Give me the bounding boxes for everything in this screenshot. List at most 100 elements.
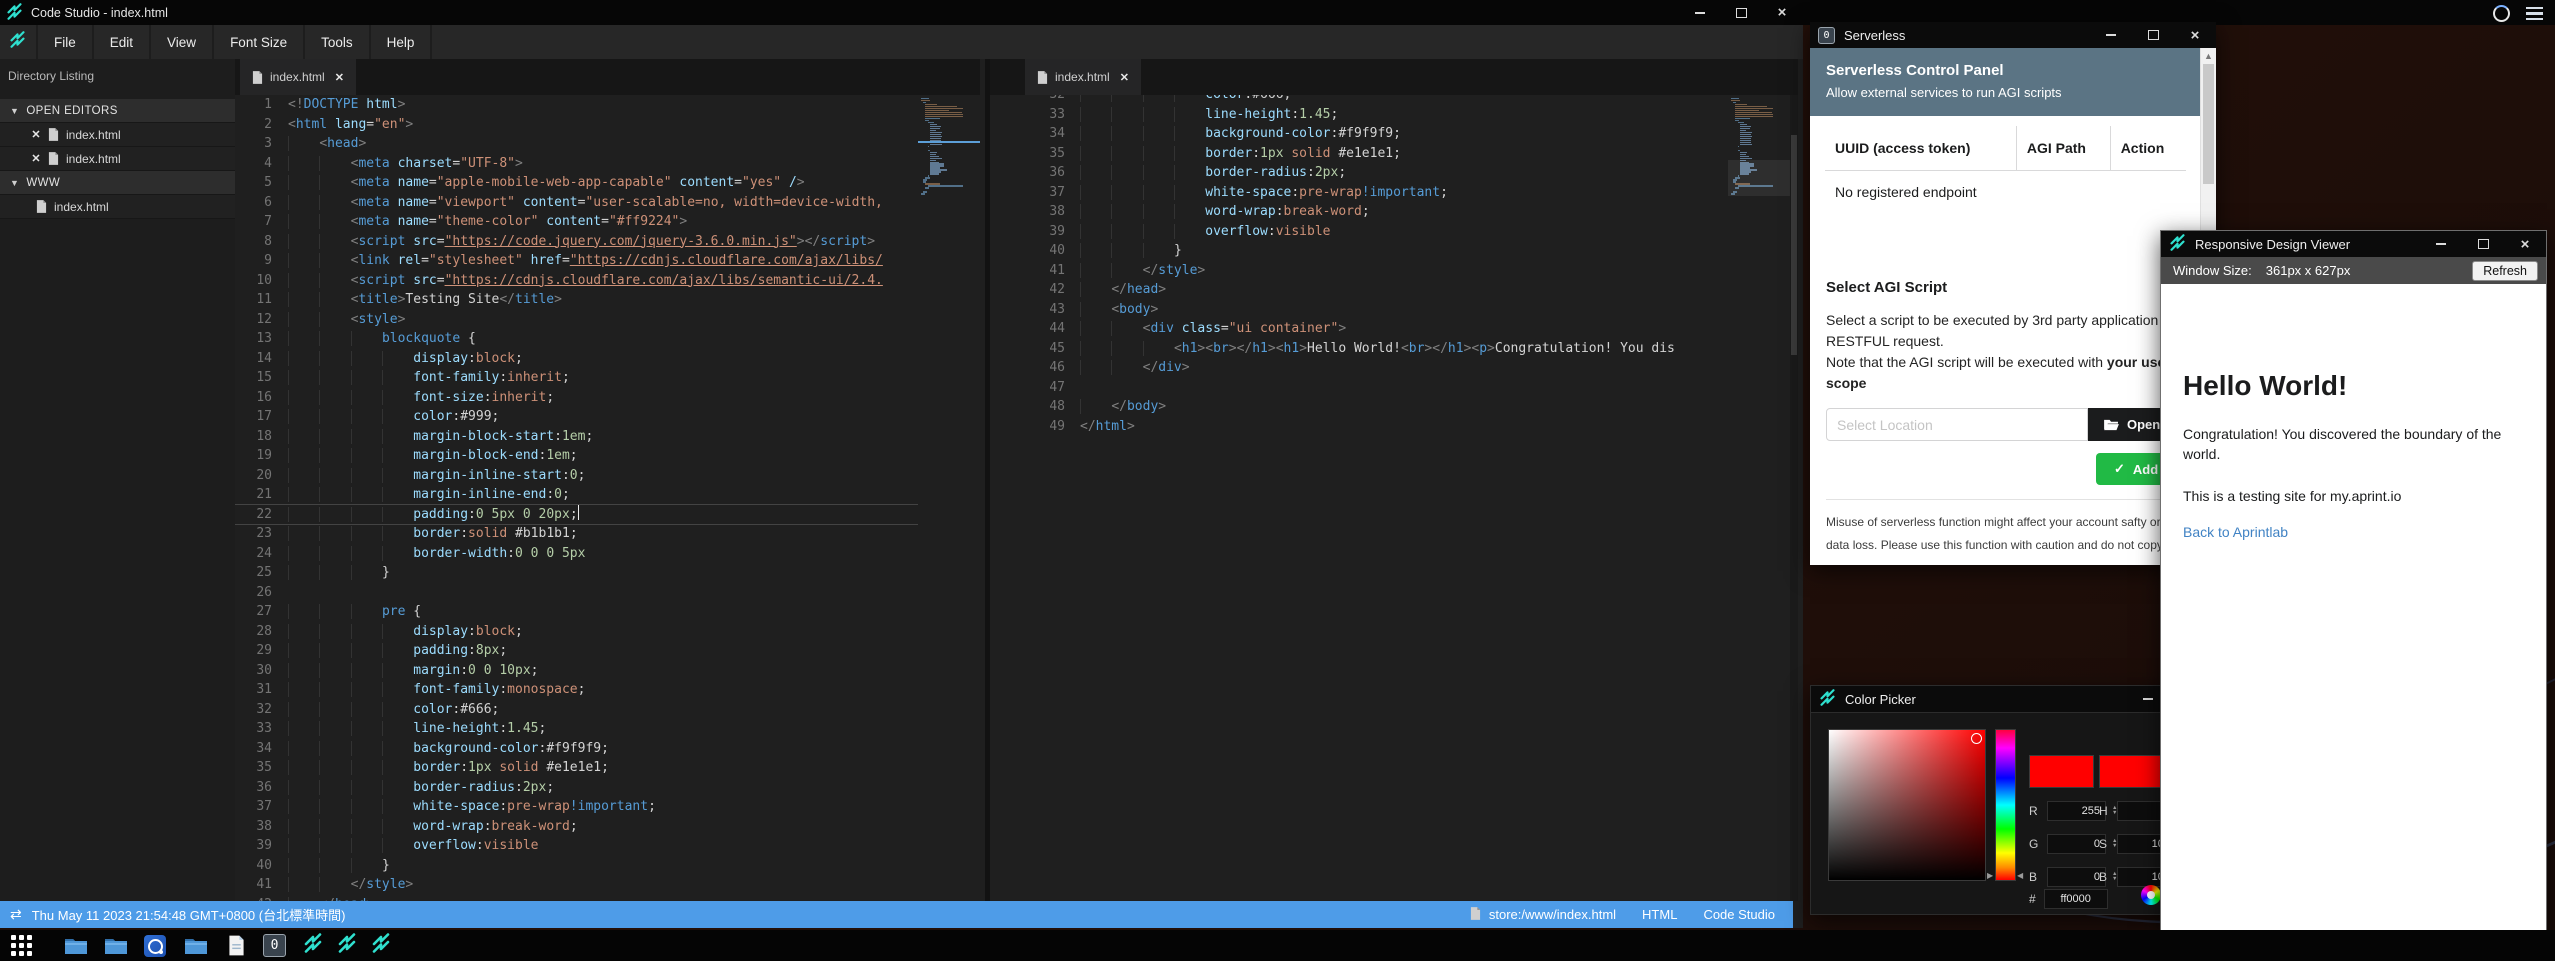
tab-close-icon[interactable]: ✕ [1120, 71, 1129, 84]
code-line: 23 border:solid #b1b1b1; [235, 524, 980, 544]
tab-bar: index.html ✕ [235, 59, 980, 95]
line-number: 31 [235, 680, 272, 700]
code-line: 6 <meta name="viewport" content="user-sc… [235, 193, 980, 213]
taskbar-code-studio[interactable] [369, 934, 392, 957]
code-studio-icon [337, 933, 357, 958]
saturation-area[interactable] [1828, 729, 1986, 881]
taskbar-code-studio[interactable] [335, 934, 358, 957]
back-to-aprintlab-link[interactable]: Back to Aprintlab [2183, 524, 2530, 540]
minimize-icon[interactable] [2104, 28, 2118, 42]
line-number: 34 [235, 739, 272, 759]
panel-header: Serverless Control Panel Allow external … [1810, 48, 2201, 116]
taskbar-folder[interactable] [104, 934, 127, 957]
tab-index-html[interactable]: index.html ✕ [240, 59, 356, 95]
close-icon[interactable]: × [1775, 6, 1789, 20]
menu-item-help[interactable]: Help [371, 25, 433, 59]
hex-field[interactable]: # ff0000 [2029, 889, 2108, 909]
serverless-content: Serverless Control Panel Allow external … [1810, 48, 2216, 565]
minimize-icon[interactable] [2141, 692, 2155, 706]
maximize-icon[interactable] [2476, 237, 2490, 251]
taskbar-folder[interactable] [184, 934, 207, 957]
code-line: 18 margin-block-start:1em; [235, 427, 980, 447]
line-number: 48 [990, 397, 1065, 417]
minimap[interactable] [1728, 95, 1790, 901]
menu-item-view[interactable]: View [151, 25, 214, 59]
status-language[interactable]: HTML [1642, 907, 1677, 922]
folder-open-icon [2104, 419, 2119, 431]
taskbar: 0 [0, 930, 2555, 961]
line-number: 17 [235, 407, 272, 427]
minimap[interactable] [918, 95, 980, 901]
code-lines-left: 1<!DOCTYPE html>2<html lang="en">3 <head… [235, 95, 980, 901]
code-studio-icon [303, 933, 323, 958]
color-wheel-icon[interactable] [2141, 885, 2161, 905]
line-number: 20 [235, 466, 272, 486]
picker-cursor[interactable] [1971, 733, 1982, 744]
scrollbar[interactable] [1790, 95, 1798, 901]
color-picker-window: Color Picker ▶ ◀ R255▲▼G0▲▼B0▲▼ H0▲▼S100… [1810, 685, 2212, 915]
maximize-icon[interactable] [1734, 6, 1748, 20]
hex-value[interactable]: ff0000 [2044, 889, 2108, 909]
line-number: 38 [990, 202, 1065, 222]
hue-slider[interactable] [1995, 729, 2016, 881]
code-studio-window: Code Studio - index.html × FileEditViewF… [0, 0, 1803, 928]
menu-item-file[interactable]: File [36, 25, 94, 59]
code-line: 12 <style> [235, 310, 980, 330]
taskbar-media-app[interactable] [143, 934, 166, 957]
line-number: 4 [235, 154, 272, 174]
tab-index-html[interactable]: index.html ✕ [1025, 59, 1141, 95]
page-paragraph: Congratulation! You discovered the bound… [2183, 424, 2513, 464]
menu-item-edit[interactable]: Edit [94, 25, 151, 59]
table-header-cell: AGI Path [2016, 126, 2110, 171]
code-line: 16 font-size:inherit; [235, 388, 980, 408]
code-line: 36 border-radius:2px; [990, 163, 1798, 183]
code-line: 34 background-color:#f9f9f9; [990, 124, 1798, 144]
folder-icon [65, 937, 87, 954]
code-line: 10 <script src="https://cdnjs.cloudflare… [235, 271, 980, 291]
check-icon: ✓ [2114, 461, 2125, 477]
taskbar-document[interactable] [225, 934, 248, 957]
tree-section-open-editors[interactable]: ▼OPEN EDITORS [0, 99, 235, 123]
minimize-icon[interactable] [2434, 237, 2448, 251]
code-editor[interactable]: 1<!DOCTYPE html>2<html lang="en">3 <head… [235, 95, 980, 901]
close-icon[interactable]: ✕ [30, 128, 42, 141]
tree-item-file[interactable]: ✕index.html [0, 147, 235, 171]
taskbar-app-grid[interactable] [10, 934, 33, 957]
status-file[interactable]: store:/www/index.html [1470, 907, 1616, 923]
tab-close-icon[interactable]: ✕ [335, 71, 344, 84]
file-icon [48, 152, 59, 165]
code-line: 41 </style> [990, 261, 1798, 281]
tree-section-www[interactable]: ▼WWW [0, 171, 235, 195]
endpoint-table: UUID (access token)AGI PathAction [1825, 126, 2186, 171]
close-icon[interactable]: × [2518, 237, 2532, 251]
taskbar-folder[interactable] [64, 934, 87, 957]
title-bar: Responsive Design Viewer × [2161, 231, 2546, 257]
line-number: 38 [235, 817, 272, 837]
code-line: 40 } [235, 856, 980, 876]
taskbar-serverless-app[interactable]: 0 [263, 934, 286, 957]
close-icon[interactable]: × [2188, 28, 2202, 42]
close-icon[interactable]: ✕ [30, 152, 42, 165]
menu-icon[interactable] [2526, 7, 2543, 21]
tree-item-file[interactable]: index.html [0, 195, 235, 219]
taskbar-code-studio[interactable] [301, 934, 324, 957]
scroll-up-icon: ▲ [2201, 48, 2216, 61]
maximize-icon[interactable] [2146, 28, 2160, 42]
minimize-icon[interactable] [1693, 6, 1707, 20]
code-lines-right: 32 color:#666;33 line-height:1.45;34 bac… [990, 95, 1798, 436]
code-studio-icon [371, 933, 391, 958]
location-input[interactable] [1826, 408, 2088, 441]
line-number: 25 [235, 563, 272, 583]
line-number: 46 [990, 358, 1065, 378]
tree-item-file[interactable]: ✕index.html [0, 123, 235, 147]
menu-item-font-size[interactable]: Font Size [214, 25, 305, 59]
code-line: 33 line-height:1.45; [990, 105, 1798, 125]
refresh-button[interactable]: Refresh [2472, 261, 2538, 281]
menu-item-tools[interactable]: Tools [305, 25, 371, 59]
spinner-icon[interactable] [2493, 5, 2510, 22]
code-editor[interactable]: 32 color:#666;33 line-height:1.45;34 bac… [990, 95, 1798, 901]
line-number: 29 [235, 641, 272, 661]
line-number: 39 [235, 836, 272, 856]
window-size-label: Window Size: [2173, 263, 2252, 278]
line-number: 49 [990, 417, 1065, 437]
